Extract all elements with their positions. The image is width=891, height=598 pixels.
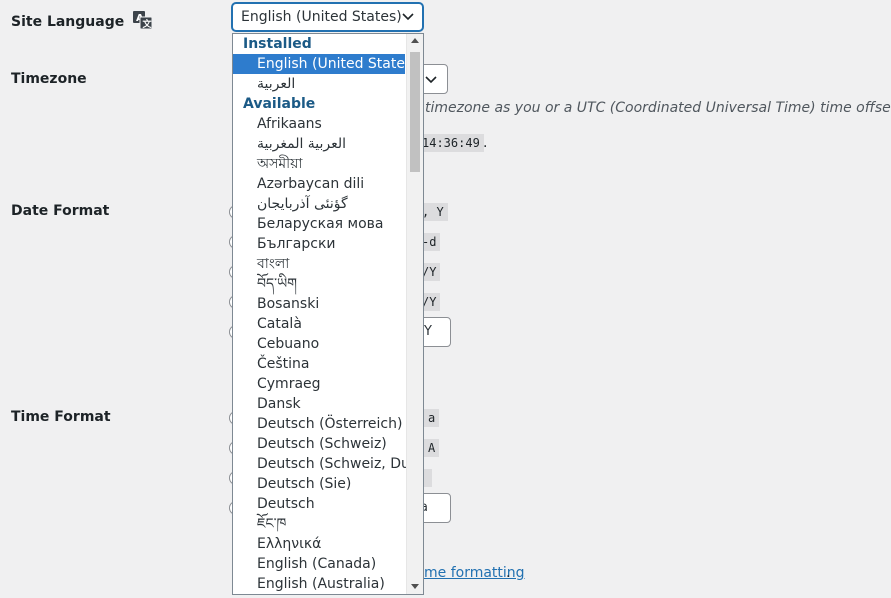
language-option[interactable]: ཇོང་ཁ [233, 514, 423, 534]
language-option[interactable]: Deutsch (Schweiz) [233, 434, 423, 454]
chevron-down-icon [425, 76, 437, 84]
language-option[interactable]: Български [233, 234, 423, 254]
language-option[interactable]: Deutsch (Schweiz, Du) [233, 454, 423, 474]
language-dropdown-list[interactable]: Installed English (United States) العربية A… [232, 33, 424, 595]
universal-time-code: 14:36:49 [418, 134, 484, 152]
translate-icon: A 文 [133, 11, 153, 33]
site-language-label: Site Language A 文 [11, 11, 153, 33]
language-option[interactable]: Cebuano [233, 334, 423, 354]
dropdown-scrollbar[interactable] [406, 34, 423, 594]
language-option[interactable]: Cymraeg [233, 374, 423, 394]
language-option[interactable]: Deutsch [233, 494, 423, 514]
site-language-select[interactable]: English (United States) [232, 3, 423, 31]
time-format-label: Time Format [11, 409, 111, 425]
language-option[interactable]: বাংলা [233, 254, 423, 274]
doc-link-period: . [506, 565, 511, 581]
scrollbar-thumb[interactable] [410, 52, 420, 172]
language-option[interactable]: Čeština [233, 354, 423, 374]
language-option[interactable]: Беларуская мова [233, 214, 423, 234]
language-option[interactable]: العربية [233, 74, 423, 94]
language-option[interactable]: English (Australia) [233, 574, 423, 594]
language-option[interactable]: English (United States) [233, 54, 418, 74]
date-format-label: Date Format [11, 203, 110, 219]
language-option[interactable]: Deutsch (Österreich) [233, 414, 423, 434]
time-format-code: a [424, 409, 440, 427]
language-option[interactable]: العربية المغربية [233, 134, 423, 154]
optgroup-available: Available [243, 96, 316, 112]
time-format-code: A [424, 439, 440, 457]
optgroup-installed: Installed [243, 36, 312, 52]
language-option[interactable]: Ελληνικά [233, 534, 423, 554]
language-option[interactable]: گؤنئی آذربایجان [233, 194, 423, 214]
language-option[interactable]: Bosanski [233, 294, 423, 314]
chevron-down-icon [402, 13, 414, 21]
language-option[interactable]: Deutsch (Sie) [233, 474, 423, 494]
language-option[interactable]: Català [233, 314, 423, 334]
timezone-description: timezone as you or a UTC (Coordinated Un… [425, 100, 891, 116]
language-option[interactable]: བོད་ཡིག [233, 274, 423, 294]
timezone-label: Timezone [11, 71, 87, 87]
scroll-up-arrow-icon[interactable] [411, 38, 419, 43]
language-option[interactable]: Dansk [233, 394, 423, 414]
language-option[interactable]: অসমীয়া [233, 154, 423, 174]
language-option[interactable]: Azərbaycan dili [233, 174, 423, 194]
site-language-label-text: Site Language [11, 14, 125, 30]
scroll-down-arrow-icon[interactable] [411, 584, 419, 589]
universal-time-period: . [483, 135, 488, 151]
language-option[interactable]: English (Canada) [233, 554, 423, 574]
language-option[interactable]: Afrikaans [233, 114, 423, 134]
site-language-select-value: English (United States) [241, 9, 402, 25]
svg-text:文: 文 [142, 18, 153, 29]
